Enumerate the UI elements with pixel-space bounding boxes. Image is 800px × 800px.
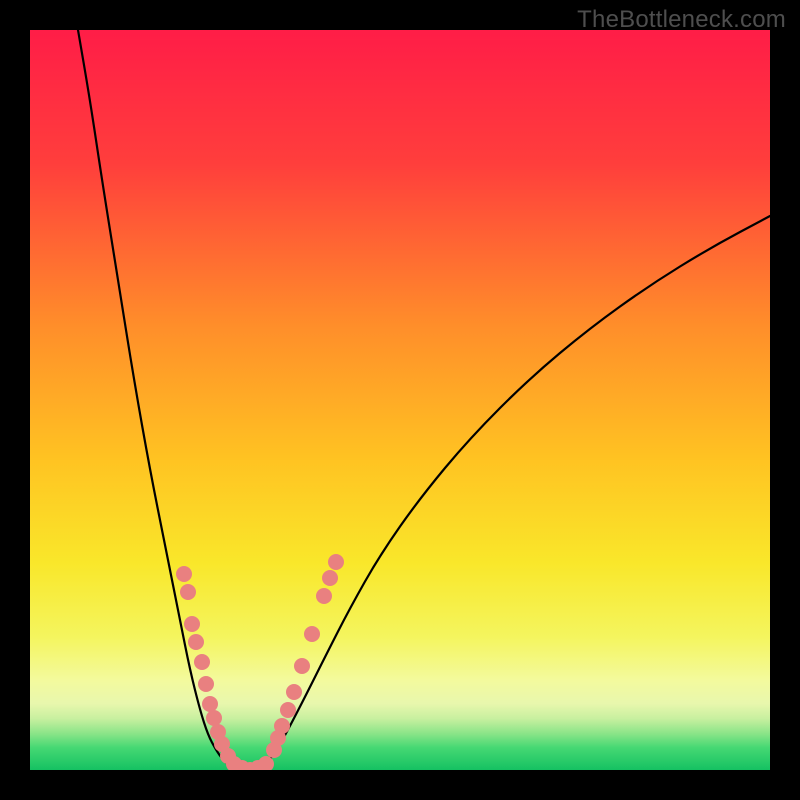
- marker-dot: [316, 588, 332, 604]
- marker-dot: [188, 634, 204, 650]
- marker-dot: [304, 626, 320, 642]
- marker-dot: [194, 654, 210, 670]
- series-right-curve: [260, 216, 770, 770]
- marker-dot: [180, 584, 196, 600]
- series-left-curve: [78, 30, 240, 770]
- marker-dot: [286, 684, 302, 700]
- plot-area: [30, 30, 770, 770]
- marker-dot: [328, 554, 344, 570]
- marker-dot: [202, 696, 218, 712]
- marker-dot: [280, 702, 296, 718]
- marker-dot: [206, 710, 222, 726]
- curve-layer: [30, 30, 770, 770]
- marker-dot: [184, 616, 200, 632]
- chart-canvas: TheBottleneck.com: [0, 0, 800, 800]
- marker-dot: [322, 570, 338, 586]
- marker-dot: [198, 676, 214, 692]
- marker-dot: [274, 718, 290, 734]
- marker-dot: [294, 658, 310, 674]
- marker-dot: [176, 566, 192, 582]
